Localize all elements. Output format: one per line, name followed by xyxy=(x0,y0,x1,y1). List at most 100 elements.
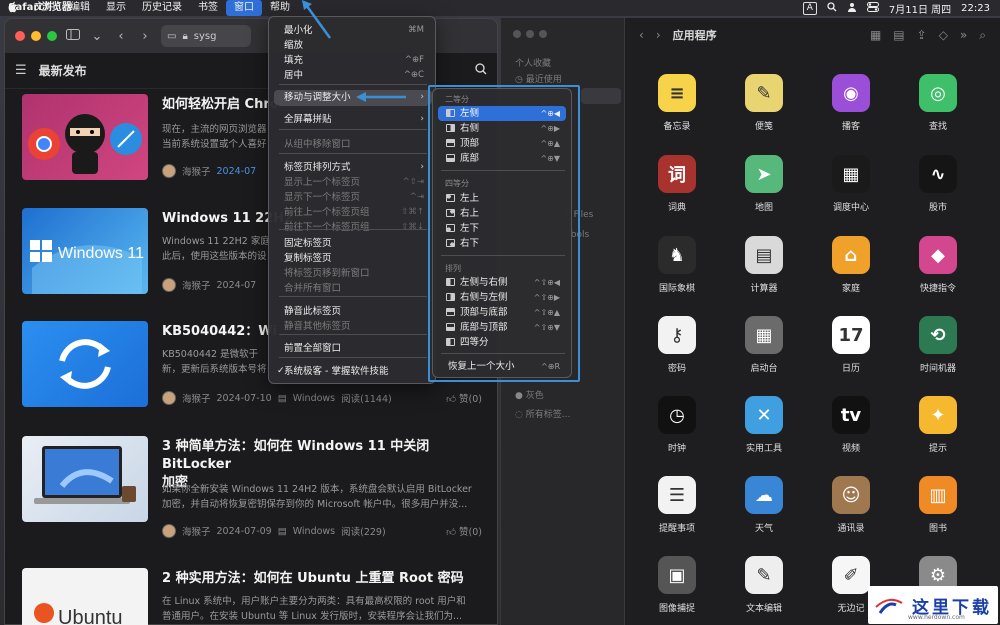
menu-bookmarks[interactable]: 书签 xyxy=(190,0,226,16)
app-item[interactable]: ◉ 播客 xyxy=(811,74,891,132)
app-item[interactable]: ▣ 图像捕捉 xyxy=(637,556,717,614)
forward-icon[interactable]: › xyxy=(137,29,153,44)
article-thumbnail[interactable] xyxy=(22,94,148,180)
app-item[interactable]: ☁ 天气 xyxy=(724,476,804,534)
more-icon[interactable]: » xyxy=(960,28,967,42)
app-item[interactable]: ☺ 通讯录 xyxy=(811,476,891,534)
app-item[interactable]: ⌂ 家庭 xyxy=(811,236,891,294)
app-item[interactable]: ✎ 文本编辑 xyxy=(724,556,804,614)
like-button[interactable]: 👍︎ 赞(0) xyxy=(446,391,482,405)
article-thumbnail[interactable] xyxy=(22,321,148,407)
window-menu-item[interactable]: 移动与调整大小 › xyxy=(274,90,432,105)
app-item[interactable]: ▦ 启动台 xyxy=(724,316,804,374)
minimize-window-button[interactable] xyxy=(31,31,41,41)
author-name[interactable]: 海猴子 xyxy=(182,391,211,405)
window-menu-item[interactable]: 全屏幕拼贴 › xyxy=(274,112,432,127)
app-item[interactable]: ◷ 时钟 xyxy=(637,396,717,454)
close-window-button[interactable] xyxy=(15,31,25,41)
author-name[interactable]: 海猴子 xyxy=(182,278,211,292)
window-menu-item[interactable]: 最小化 ⌘M xyxy=(274,23,432,38)
tag-icon[interactable]: ◇ xyxy=(939,28,948,42)
category-icon: ▤ xyxy=(277,525,287,537)
search-icon[interactable]: ⌕ xyxy=(979,28,986,43)
article-title[interactable]: 2 种实用方法：如何在 Ubuntu 上重置 Root 密码 xyxy=(162,570,482,588)
app-item[interactable]: ➤ 地图 xyxy=(724,155,804,213)
menu-item-shortcut: ^⇧⇥ xyxy=(402,177,424,187)
zoom-window-button[interactable] xyxy=(47,31,57,41)
avatar[interactable] xyxy=(162,391,176,405)
app-item[interactable]: ▤ 计算器 xyxy=(724,236,804,294)
hamburger-menu-icon[interactable]: ☰ xyxy=(15,63,27,78)
address-bar[interactable]: ▭ 🔒︎ sysg xyxy=(161,25,251,47)
clock-date[interactable]: 7月11日 周四 xyxy=(889,1,951,16)
menu-item-label: 将标签页移到新窗口 xyxy=(284,268,370,279)
group-icon[interactable]: ▤ xyxy=(893,28,904,42)
close-window-button[interactable] xyxy=(513,30,521,38)
window-menu-item[interactable]: ✓ 系统极客 - 掌握软件技能 xyxy=(274,364,432,379)
back-icon[interactable]: ‹ xyxy=(639,28,644,42)
input-method-indicator[interactable]: A xyxy=(802,1,817,15)
back-icon[interactable]: ‹ xyxy=(113,29,129,44)
article-thumbnail[interactable]: Windows 11 xyxy=(22,208,148,294)
app-item[interactable]: ∿ 股市 xyxy=(898,155,978,213)
avatar[interactable] xyxy=(162,164,176,178)
author-name[interactable]: 海猴子 xyxy=(182,524,211,538)
app-item[interactable]: 17 日历 xyxy=(811,316,891,374)
app-item[interactable]: ⚷ 密码 xyxy=(637,316,717,374)
window-menu-item[interactable]: 居中 ^⊕C xyxy=(274,68,432,83)
article-thumbnail[interactable]: Ubuntu xyxy=(22,568,148,625)
article-category[interactable]: Windows xyxy=(293,526,335,537)
app-item[interactable]: ◆ 快捷指令 xyxy=(898,236,978,294)
window-menu-item[interactable]: 固定标签页 xyxy=(274,236,432,251)
app-item[interactable]: 词词典 xyxy=(637,155,717,213)
app-label: 日历 xyxy=(841,364,860,374)
view-grid-icon[interactable]: ▦ xyxy=(870,28,881,42)
window-menu-item[interactable]: 前置全部窗口 xyxy=(274,341,432,356)
window-menu-item[interactable]: 复制标签页 xyxy=(274,251,432,266)
sidebar-toggle-icon[interactable] xyxy=(65,28,81,44)
app-item[interactable]: ≡ 备忘录 xyxy=(637,74,717,132)
window-menu-item[interactable]: 标签页排列方式 › xyxy=(274,160,432,175)
window-menu-item[interactable]: 静音此标签页 xyxy=(274,304,432,319)
app-item[interactable]: ▦ 调度中心 xyxy=(811,155,891,213)
menu-view[interactable]: 显示 xyxy=(98,0,134,16)
menu-help[interactable]: 帮助 xyxy=(262,0,298,16)
app-item[interactable]: tv 视频 xyxy=(811,396,891,454)
app-item[interactable]: ◎ 查找 xyxy=(898,74,978,132)
stocks-icon: ∿ xyxy=(919,155,957,193)
window-menu-item[interactable]: 填充 ^⊕F xyxy=(274,53,432,68)
article-thumbnail[interactable] xyxy=(22,436,148,522)
app-item[interactable]: ▥ 图书 xyxy=(898,476,978,534)
menu-window[interactable]: 窗口 xyxy=(226,0,262,16)
app-item[interactable]: ✦ 提示 xyxy=(898,396,978,454)
site-search-icon[interactable] xyxy=(475,63,487,78)
like-button[interactable]: 👍︎ 赞(0) xyxy=(446,524,482,538)
chevron-down-icon[interactable]: ⌄ xyxy=(89,29,105,44)
article-category[interactable]: Windows xyxy=(293,393,335,404)
thumbs-up-icon: 👍︎ xyxy=(446,394,456,405)
zoom-window-button[interactable] xyxy=(539,30,547,38)
sidebar-item-recents[interactable]: ◷ 最近使用 xyxy=(515,72,562,85)
window-menu-item[interactable]: 缩放 xyxy=(274,38,432,53)
article-card[interactable]: 3 种简单方法：如何在 Windows 11 中关闭 BitLocker 加密 … xyxy=(22,436,482,546)
sidebar-all-tags[interactable]: ◌ 所有标签... xyxy=(515,407,570,420)
share-icon[interactable]: ⇪ xyxy=(917,28,927,42)
user-icon[interactable] xyxy=(847,2,857,15)
forward-icon[interactable]: › xyxy=(656,28,661,42)
control-center-icon[interactable] xyxy=(866,1,879,15)
menu-app-name[interactable]: Safari浏览器 xyxy=(0,0,80,16)
app-item[interactable]: ✎ 便笺 xyxy=(724,74,804,132)
search-icon[interactable] xyxy=(827,1,837,15)
avatar[interactable] xyxy=(162,278,176,292)
article-card[interactable]: Ubuntu 2 种实用方法：如何在 Ubuntu 上重置 Root 密码 在 … xyxy=(22,568,482,625)
minimize-window-button[interactable] xyxy=(526,30,534,38)
menu-history[interactable]: 历史记录 xyxy=(134,0,190,16)
app-item[interactable]: ✕ 实用工具 xyxy=(724,396,804,454)
app-item[interactable]: ☰ 提醒事项 xyxy=(637,476,717,534)
clock-time[interactable]: 22:23 xyxy=(961,3,990,14)
sidebar-tag-gray[interactable]: ● 灰色 xyxy=(515,388,544,401)
app-item[interactable]: ⟲ 时间机器 xyxy=(898,316,978,374)
avatar[interactable] xyxy=(162,524,176,538)
author-name[interactable]: 海猴子 xyxy=(182,164,211,178)
app-item[interactable]: ♞ 国际象棋 xyxy=(637,236,717,294)
